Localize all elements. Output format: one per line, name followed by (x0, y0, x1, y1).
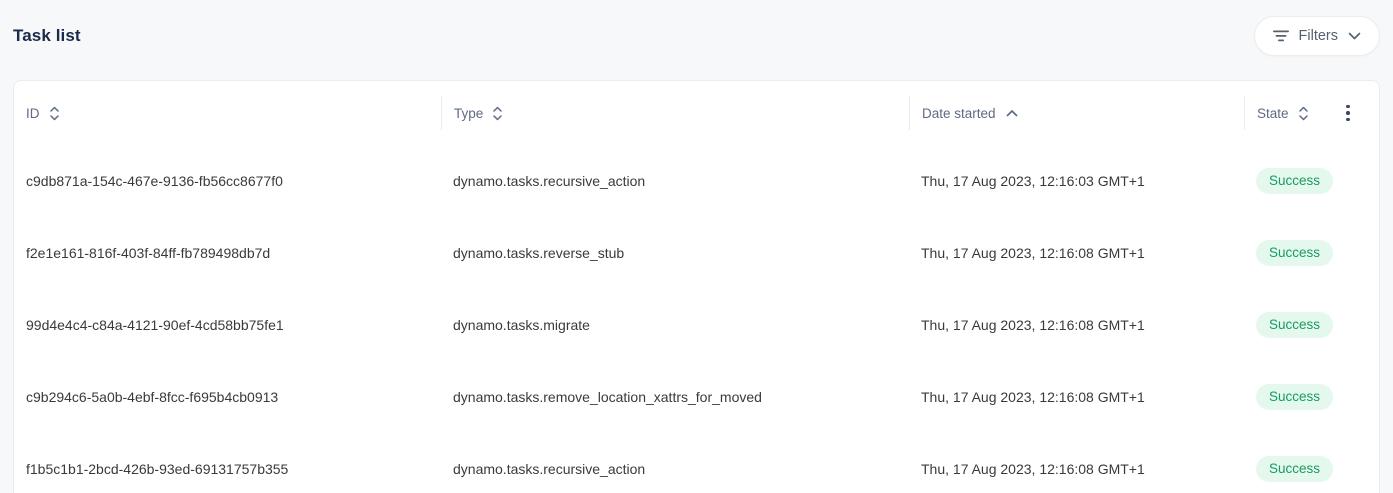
column-header-id[interactable]: ID (14, 96, 441, 130)
column-header-label: Type (454, 106, 483, 121)
sort-ascending-icon (1005, 109, 1019, 118)
task-date-cell: Thu, 17 Aug 2023, 12:16:08 GMT+1 (909, 461, 1244, 477)
table-row[interactable]: c9b294c6-5a0b-4ebf-8fcc-f695b4cb0913 dyn… (14, 361, 1379, 433)
table-row[interactable]: 99d4e4c4-c84a-4121-90ef-4cd58bb75fe1 dyn… (14, 289, 1379, 361)
task-state-cell: Success (1244, 312, 1379, 338)
sort-both-icon (49, 106, 60, 121)
filter-lines-icon (1273, 30, 1289, 42)
status-badge: Success (1256, 312, 1333, 338)
column-header-type[interactable]: Type (441, 96, 909, 130)
task-state-cell: Success (1244, 168, 1379, 194)
task-state-cell: Success (1244, 240, 1379, 266)
filters-button[interactable]: Filters (1254, 16, 1380, 56)
table-row[interactable]: c9db871a-154c-467e-9136-fb56cc8677f0 dyn… (14, 145, 1379, 217)
task-type-cell: dynamo.tasks.recursive_action (441, 461, 909, 477)
task-date-cell: Thu, 17 Aug 2023, 12:16:03 GMT+1 (909, 173, 1244, 189)
task-table-card: ID Type Date started (13, 80, 1380, 493)
task-state-cell: Success (1244, 456, 1379, 482)
task-id-cell: f1b5c1b1-2bcd-426b-93ed-69131757b355 (14, 461, 441, 477)
task-type-cell: dynamo.tasks.migrate (441, 317, 909, 333)
table-options-kebab-menu[interactable] (1339, 101, 1357, 125)
task-type-cell: dynamo.tasks.reverse_stub (441, 245, 909, 261)
status-badge: Success (1256, 240, 1333, 266)
status-badge: Success (1256, 168, 1333, 194)
task-id-cell: 99d4e4c4-c84a-4121-90ef-4cd58bb75fe1 (14, 317, 441, 333)
table-row[interactable]: f1b5c1b1-2bcd-426b-93ed-69131757b355 dyn… (14, 433, 1379, 493)
task-id-cell: c9db871a-154c-467e-9136-fb56cc8677f0 (14, 173, 441, 189)
column-header-label: ID (26, 106, 40, 121)
topbar: Task list Filters (0, 0, 1393, 71)
table-row[interactable]: f2e1e161-816f-403f-84ff-fb789498db7d dyn… (14, 217, 1379, 289)
column-header-date-started[interactable]: Date started (909, 96, 1244, 130)
task-type-cell: dynamo.tasks.remove_location_xattrs_for_… (441, 389, 909, 405)
task-date-cell: Thu, 17 Aug 2023, 12:16:08 GMT+1 (909, 245, 1244, 261)
sort-both-icon (1298, 106, 1309, 121)
task-date-cell: Thu, 17 Aug 2023, 12:16:08 GMT+1 (909, 389, 1244, 405)
status-badge: Success (1256, 456, 1333, 482)
task-id-cell: f2e1e161-816f-403f-84ff-fb789498db7d (14, 245, 441, 261)
filters-button-label: Filters (1299, 28, 1338, 44)
page-title: Task list (13, 26, 81, 46)
column-header-label: Date started (922, 106, 996, 121)
sort-both-icon (492, 106, 503, 121)
task-id-cell: c9b294c6-5a0b-4ebf-8fcc-f695b4cb0913 (14, 389, 441, 405)
task-state-cell: Success (1244, 384, 1379, 410)
table-header-row: ID Type Date started (14, 81, 1379, 145)
status-badge: Success (1256, 384, 1333, 410)
task-type-cell: dynamo.tasks.recursive_action (441, 173, 909, 189)
column-header-label: State (1257, 106, 1289, 121)
column-header-state[interactable]: State (1244, 96, 1379, 130)
chevron-down-icon (1348, 32, 1361, 40)
task-date-cell: Thu, 17 Aug 2023, 12:16:08 GMT+1 (909, 317, 1244, 333)
